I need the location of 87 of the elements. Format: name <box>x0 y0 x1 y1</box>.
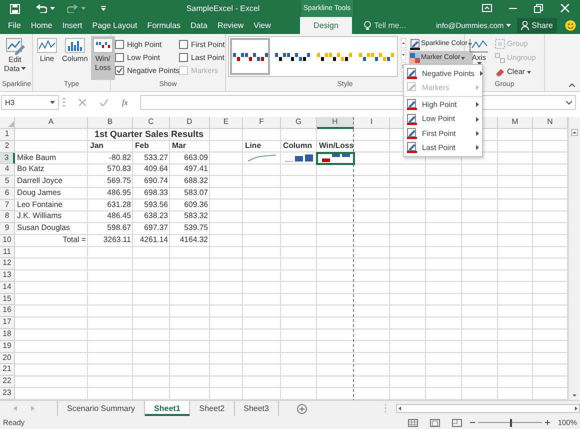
submenu-arrow-icon <box>476 130 479 136</box>
caret-icon <box>20 67 26 70</box>
submenu-arrow-icon <box>480 70 483 76</box>
line-chart-icon <box>37 37 57 54</box>
triangle-icon <box>8 121 14 127</box>
ungroup-icon <box>495 53 505 63</box>
save-icon[interactable] <box>10 4 20 14</box>
checkbox[interactable] <box>179 40 188 49</box>
selected-cell[interactable] <box>317 152 354 164</box>
share-button[interactable]: Share <box>516 18 557 33</box>
scroll-right-icon[interactable] <box>573 405 579 412</box>
vertical-scrollbar[interactable] <box>568 117 580 400</box>
scroll-up-icon[interactable] <box>571 129 578 136</box>
caret-icon <box>468 42 472 46</box>
pen-color-icon <box>407 82 417 93</box>
normal-view-icon[interactable] <box>408 418 418 426</box>
pen-color-icon <box>407 68 417 79</box>
restore-icon[interactable] <box>534 4 544 13</box>
chart-pencil-icon <box>4 37 25 55</box>
win-loss-bars-icon <box>232 52 268 62</box>
column-chart-icon <box>64 37 85 54</box>
ribbon-tab[interactable]: Formulas <box>142 17 186 34</box>
undo-icon[interactable] <box>36 4 47 13</box>
checkbox[interactable] <box>115 66 124 75</box>
collapse-ribbon-icon[interactable] <box>569 83 575 87</box>
pen-color-icon <box>407 142 417 154</box>
caret-icon <box>81 7 86 10</box>
smiley-icon[interactable] <box>565 20 576 31</box>
ribbon-tab[interactable]: Insert <box>57 17 88 34</box>
insert-function-button[interactable]: fx <box>122 96 128 108</box>
marker-color-icon <box>410 52 420 64</box>
ribbon-tab[interactable]: Design <box>300 17 352 34</box>
checkbox[interactable] <box>115 53 124 62</box>
zoom-slider[interactable] <box>478 418 542 426</box>
zoom-in-icon[interactable] <box>544 420 550 425</box>
pen-color-icon <box>407 99 417 110</box>
submenu-arrow-icon <box>476 84 479 90</box>
axis-icon <box>469 38 489 53</box>
ribbon-tab[interactable]: File <box>3 17 26 34</box>
pen-color-icon <box>407 128 417 139</box>
pen-color-icon <box>407 114 417 125</box>
caret-icon <box>506 24 511 27</box>
horizontal-scrollbar[interactable] <box>396 404 580 413</box>
win-loss-chart-icon <box>92 37 113 54</box>
table-cell-text: 1st Quarter Sales Results <box>93 129 205 141</box>
ribbon-tab[interactable]: View <box>248 17 276 34</box>
scroll-down-icon[interactable] <box>401 50 406 60</box>
ribbon-tab[interactable]: Home <box>26 17 58 34</box>
lightbulb-icon <box>364 21 371 30</box>
zoom-out-icon[interactable] <box>470 420 475 425</box>
win-loss-bars-icon <box>274 52 310 62</box>
scroll-up-icon[interactable] <box>401 38 406 48</box>
win-loss-bars-icon <box>316 52 352 62</box>
ribbon-tab[interactable]: Review <box>212 17 249 34</box>
ribbon-display-options-icon[interactable] <box>482 4 492 13</box>
checkbox[interactable] <box>115 40 124 49</box>
win-loss-sparkline <box>320 154 350 162</box>
submenu-arrow-icon <box>476 116 479 122</box>
caret-icon <box>50 101 55 104</box>
sparkline-style-option[interactable] <box>230 38 270 75</box>
slider-thumb[interactable] <box>510 418 512 426</box>
add-sheet-icon[interactable] <box>296 404 307 414</box>
caret-icon <box>526 70 531 74</box>
submenu-arrow-icon <box>476 145 479 150</box>
column-sparkline <box>284 154 314 162</box>
redo-icon <box>67 4 78 13</box>
customize-toolbar-icon[interactable] <box>101 6 106 11</box>
checkbox[interactable] <box>179 53 188 62</box>
ribbon-tab[interactable]: Data <box>186 17 212 34</box>
window-title: SampleExcel - Excel <box>186 4 260 12</box>
line-sparkline <box>247 154 277 162</box>
submenu-arrow-icon <box>476 102 479 108</box>
caret-icon[interactable] <box>50 7 55 10</box>
group-icon <box>495 39 505 49</box>
win-loss-bars-icon <box>358 52 394 62</box>
pen-color-icon <box>410 38 420 50</box>
sheet-tab[interactable]: Sheet1 <box>145 401 190 416</box>
page-break-view-icon[interactable] <box>452 418 462 426</box>
tell-me-field[interactable]: Tell me... <box>364 17 406 34</box>
eraser-icon <box>495 67 505 77</box>
person-icon <box>520 21 529 30</box>
page-layout-view-icon[interactable] <box>430 418 440 426</box>
caret-icon <box>461 56 466 60</box>
scroll-left-icon[interactable] <box>396 405 403 412</box>
expand-icon[interactable] <box>566 100 572 104</box>
ribbon-tab[interactable]: Page Layout <box>87 17 142 34</box>
close-icon[interactable] <box>560 4 570 13</box>
